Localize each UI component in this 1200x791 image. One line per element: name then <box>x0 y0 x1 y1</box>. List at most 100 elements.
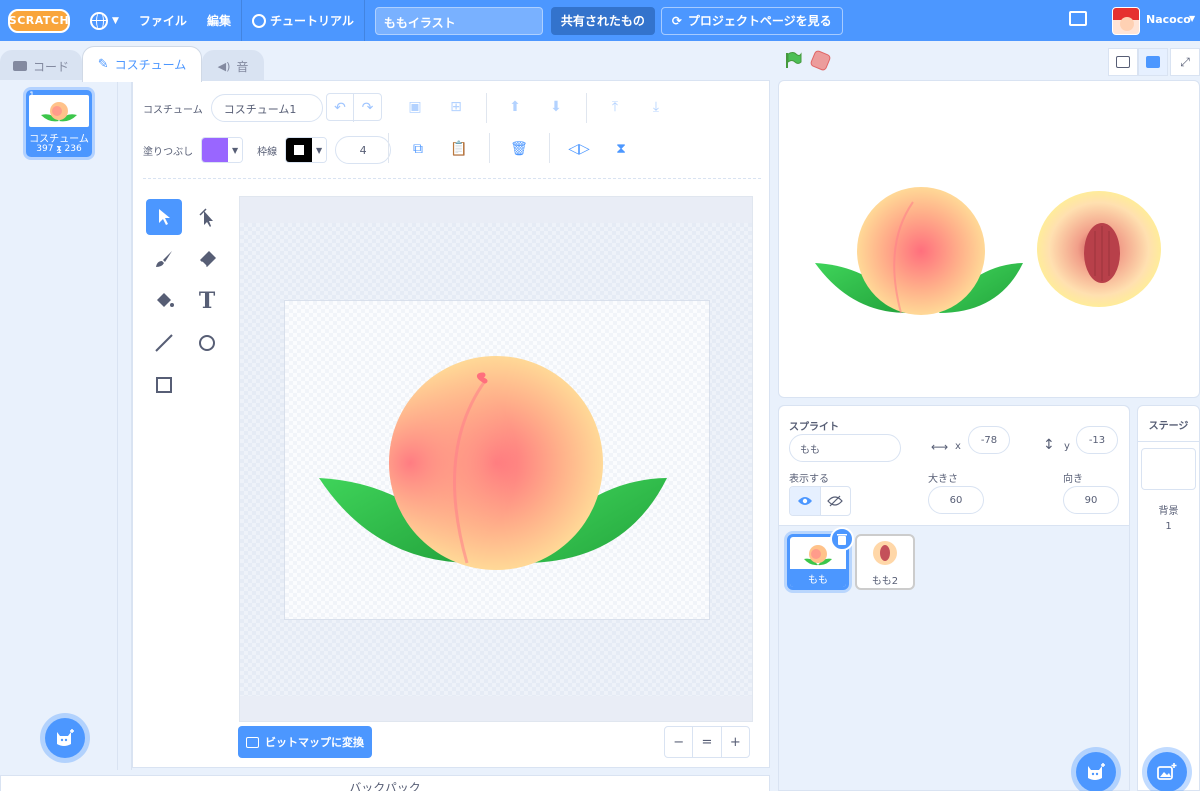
canvas-workspace[interactable] <box>240 223 752 696</box>
paste-icon[interactable]: 📋 <box>449 139 469 159</box>
direction-label: 向き <box>1063 474 1083 485</box>
toolbar-divider <box>489 133 490 163</box>
add-sprite-button[interactable] <box>1076 752 1116 791</box>
flip-horizontal-icon[interactable]: ◁▷ <box>568 139 590 159</box>
eye-slash-icon <box>827 495 844 507</box>
backward-icon[interactable]: ⬇ <box>546 97 566 117</box>
delete-sprite-button[interactable] <box>830 527 854 551</box>
username[interactable]: Nacoco <box>1146 13 1191 26</box>
arrow-cursor-icon <box>159 209 170 225</box>
image-icon <box>246 736 259 748</box>
backdrop-count: 1 <box>1165 521 1172 532</box>
zoom-out-icon[interactable]: − <box>665 727 694 757</box>
convert-to-bitmap-button[interactable]: ビットマップに変換 <box>238 726 372 758</box>
flip-vertical-icon[interactable]: ⧗ <box>611 139 631 159</box>
tab-sounds[interactable]: ◀) 音 <box>202 50 264 81</box>
zoom-controls: − = + <box>664 726 750 758</box>
zoom-in-icon[interactable]: + <box>722 727 749 757</box>
large-stage-icon <box>1146 56 1160 68</box>
sprite-tile-name: もも2 <box>871 576 899 587</box>
fullscreen-button[interactable]: ⤢ <box>1170 48 1200 76</box>
outline-width-input[interactable]: 4 <box>335 136 392 164</box>
select-tool[interactable] <box>146 199 182 235</box>
project-title-input[interactable]: ももイラスト <box>374 6 543 35</box>
edit-menu[interactable]: 編集 <box>197 0 241 41</box>
menu-divider <box>363 0 365 41</box>
back-icon[interactable]: ⤓ <box>646 97 666 117</box>
shared-button[interactable]: 共有されたもの <box>550 6 655 35</box>
front-icon[interactable]: ⤒ <box>605 97 625 117</box>
add-costume-button[interactable] <box>45 718 85 758</box>
tab-code[interactable]: コード <box>0 50 82 81</box>
y-input[interactable]: -13 <box>1076 426 1118 454</box>
show-eye-icon[interactable] <box>790 487 821 515</box>
cut-peach-thumbnail-image <box>873 541 897 565</box>
costume-list-scrollbar[interactable] <box>118 80 132 770</box>
stage-thumbnail[interactable] <box>1141 448 1196 490</box>
stage-pane[interactable]: ステージ 背景 1 <box>1137 405 1200 791</box>
paint-editor: コスチューム コスチューム1 ↶ ↷ ▣ ⊞ ⬆ ⬇ ⤒ ⤓ 塗りつぶし ▼ 枠… <box>132 80 770 768</box>
artboard[interactable] <box>284 300 710 620</box>
image-plus-icon <box>1157 763 1177 780</box>
undo-redo-group: ↶ ↷ <box>326 93 382 122</box>
copy-icon[interactable]: ⧉ <box>408 139 428 159</box>
sprite-name-input[interactable]: もも <box>789 434 901 462</box>
paint-canvas[interactable] <box>239 196 753 722</box>
remix-icon: ⟳ <box>671 13 682 28</box>
fill-label: 塗りつぶし <box>143 146 194 158</box>
eraser-icon <box>200 251 216 267</box>
undo-icon[interactable]: ↶ <box>327 94 355 122</box>
eraser-tool[interactable] <box>189 241 225 277</box>
brush-icon <box>156 251 172 267</box>
toolbar-divider <box>486 93 487 123</box>
see-project-page-button[interactable]: ⟳ プロジェクトページを見る <box>660 6 843 35</box>
costume-item[interactable]: 1 コスチューム1 397 x 236 <box>23 87 95 160</box>
direction-input[interactable]: 90 <box>1063 486 1119 514</box>
toolbar-separator <box>143 178 761 179</box>
text-tool[interactable]: T <box>189 283 225 319</box>
fill-color-picker[interactable]: ▼ <box>201 137 244 163</box>
editor-tabs: コード ✎ コスチューム ◀) 音 <box>0 41 780 82</box>
scratch-logo[interactable]: SCRATCH <box>8 8 70 33</box>
ungroup-icon[interactable]: ⊞ <box>446 97 466 117</box>
chevron-down-icon[interactable]: ▼ <box>1189 14 1195 23</box>
group-icon[interactable]: ▣ <box>405 97 425 117</box>
avatar-face <box>1120 17 1134 31</box>
size-input[interactable]: 60 <box>928 486 984 514</box>
outline-color-picker[interactable]: ▼ <box>285 137 328 163</box>
x-input[interactable]: -78 <box>968 426 1010 454</box>
costume-name-input[interactable]: コスチューム1 <box>210 94 323 122</box>
add-backdrop-button[interactable] <box>1147 752 1187 791</box>
green-flag-icon[interactable] <box>784 51 802 69</box>
circle-tool[interactable] <box>189 325 225 361</box>
brush-tool[interactable] <box>146 241 182 277</box>
delete-icon[interactable]: 🗑 <box>509 139 529 159</box>
my-stuff-folder-icon[interactable] <box>1069 11 1087 26</box>
menu-bar: SCRATCH ▼ ファイル 編集 チュートリアル ももイラスト 共有されたもの… <box>0 0 1200 41</box>
tab-costumes[interactable]: ✎ コスチューム <box>82 46 202 82</box>
stop-icon[interactable] <box>809 49 832 72</box>
show-label: 表示する <box>789 474 829 485</box>
small-stage-button[interactable] <box>1108 48 1138 76</box>
hide-eye-icon[interactable] <box>821 487 851 515</box>
fill-tool[interactable] <box>146 283 182 319</box>
file-menu[interactable]: ファイル <box>129 0 197 41</box>
sprite-tile-peach2[interactable]: もも2 <box>855 534 915 590</box>
forward-icon[interactable]: ⬆ <box>505 97 525 117</box>
large-stage-button[interactable] <box>1138 48 1168 76</box>
y-label: y <box>1064 441 1070 452</box>
sprite-label: スプライト <box>789 422 839 433</box>
stage[interactable] <box>778 80 1200 398</box>
x-label: x <box>955 441 961 452</box>
avatar[interactable] <box>1112 7 1140 35</box>
language-menu[interactable]: ▼ <box>80 0 129 41</box>
backpack[interactable]: バックパック <box>0 775 770 791</box>
rectangle-tool[interactable] <box>146 367 182 403</box>
redo-icon[interactable]: ↷ <box>354 94 381 122</box>
line-tool[interactable] <box>146 325 182 361</box>
reshape-tool[interactable] <box>189 199 225 235</box>
tutorial-button[interactable]: チュートリアル <box>242 0 364 41</box>
backdrop-label: 背景 <box>1158 506 1179 517</box>
rectangle-icon <box>156 377 172 393</box>
zoom-reset-icon[interactable]: = <box>693 727 722 757</box>
